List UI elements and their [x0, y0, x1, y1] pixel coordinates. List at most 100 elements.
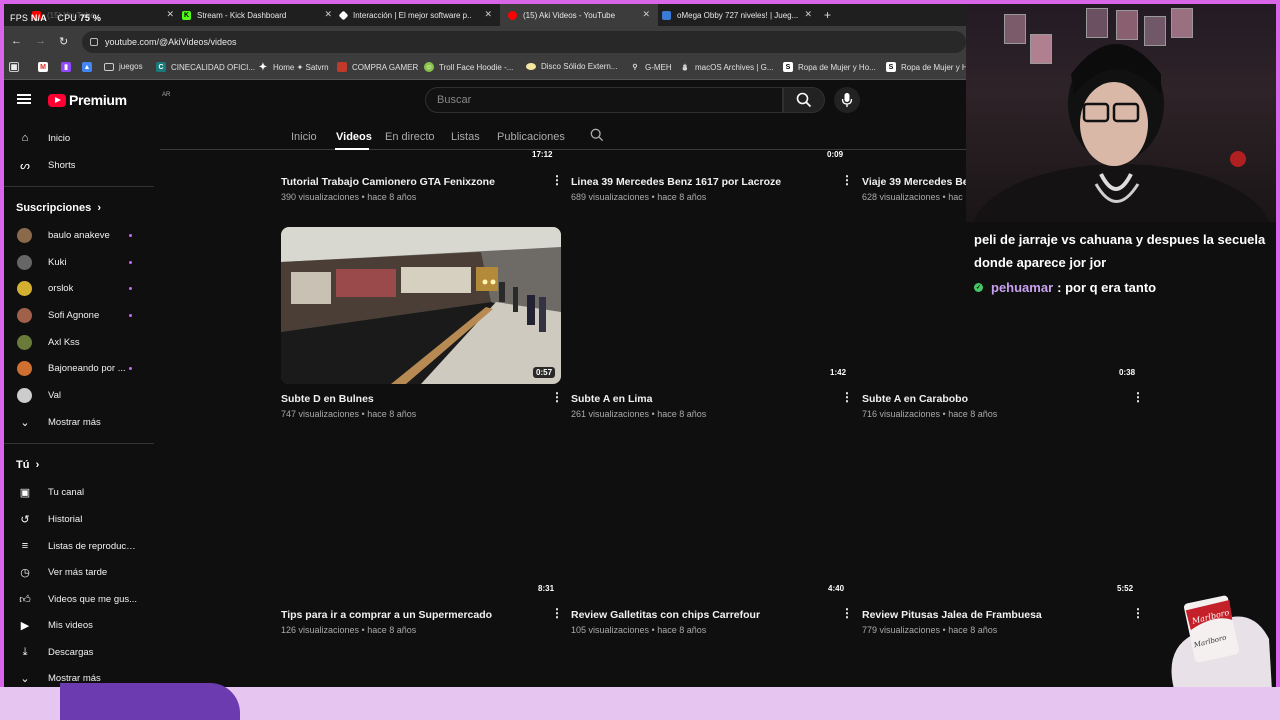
browser-tab[interactable]: K Stream - Kick Dashboard ✕ — [182, 4, 340, 26]
subscription-item[interactable]: baulo anakeve — [4, 222, 154, 248]
more-options-icon[interactable]: ⋮ — [841, 607, 853, 619]
subscription-item[interactable]: Val — [4, 382, 154, 408]
channel-search-icon[interactable] — [590, 128, 604, 142]
duration-badge: 5:52 — [1117, 584, 1134, 593]
sidebar-item-descargas[interactable]: ⤓ Descargas — [4, 639, 154, 665]
new-content-dot — [129, 260, 132, 264]
bookmark[interactable]: ☺ Troll Face Hoodie -... — [424, 62, 513, 72]
close-tab-icon[interactable]: ✕ — [484, 9, 492, 20]
more-options-icon[interactable]: ⋮ — [551, 607, 563, 619]
subscription-item[interactable]: orslok — [4, 275, 154, 301]
sidebar-item-shorts[interactable]: ᔕ Shorts — [4, 152, 154, 178]
more-options-icon[interactable]: ⋮ — [1132, 607, 1144, 619]
video-title[interactable]: Viaje 39 Mercedes Be — [862, 176, 966, 188]
video-title[interactable]: Subte A en Carabobo — [862, 393, 968, 405]
close-tab-icon[interactable]: ✕ — [324, 9, 332, 20]
forward-arrow-icon[interactable]: → — [35, 35, 46, 47]
bookmark-folder[interactable]: juegos — [104, 62, 143, 71]
tab-title: (15) Aki Videos - YouTube — [523, 10, 616, 20]
bookmark-label: COMPRA GAMER — [352, 62, 419, 72]
bookmark[interactable]: ⚲ G-MEH — [630, 62, 671, 72]
reload-icon[interactable]: ↻ — [59, 35, 68, 48]
duration-badge: 8:31 — [538, 584, 555, 593]
subscription-item[interactable]: Kuki — [4, 249, 154, 275]
channel-name: Axl Kss — [48, 336, 80, 348]
sidebar-item-label: Listas de reproducc... — [48, 540, 138, 552]
voice-search-button[interactable] — [834, 87, 860, 113]
cpu-label: CPU — [57, 13, 77, 23]
sidebar-item-tu-canal[interactable]: ▣ Tu canal — [4, 479, 154, 505]
drive-bookmark[interactable]: ▲ — [82, 62, 97, 72]
sidebar-item-mis-videos[interactable]: ▶︎ Mis videos — [4, 612, 154, 638]
video-title[interactable]: Review Galletitas con chips Carrefour — [571, 609, 760, 621]
url-field[interactable]: youtube.com/@AkiVideos/videos — [82, 31, 966, 53]
sidebar-item-liked[interactable]: 👍︎ Videos que me gus... — [4, 586, 154, 612]
bookmark[interactable]: ✦ Home ✦ Satvrn — [258, 62, 329, 73]
close-tab-icon[interactable]: ✕ — [166, 9, 174, 20]
video-title[interactable]: Subte D en Bulnes — [281, 393, 374, 405]
sidebar-item-listas[interactable]: ≡ Listas de reproducc... — [4, 533, 154, 559]
video-thumbnail-subway[interactable] — [281, 227, 561, 384]
browser-tab[interactable]: Interacción | El mejor software p... ✕ — [338, 4, 500, 26]
gmail-bookmark[interactable]: M — [38, 62, 53, 72]
video-title[interactable]: Tips para ir a comprar a un Supermercado — [281, 609, 492, 621]
new-tab-icon[interactable]: + — [824, 8, 831, 22]
streamer-figure — [973, 44, 1269, 222]
sidebar-item-inicio[interactable]: ⌂ Inicio — [4, 125, 154, 151]
video-thumbnail[interactable] — [571, 227, 851, 384]
duration-badge: 0:38 — [1119, 368, 1136, 377]
video-card[interactable]: Viaje 39 Mercedes Be 628 visualizaciones… — [862, 4, 966, 214]
video-thumbnail[interactable] — [571, 443, 851, 600]
diamond-favicon-icon — [338, 10, 349, 20]
sidebar-item-label: Historial — [48, 513, 83, 525]
browser-tab[interactable]: oMega Obby 727 niveles! | Jueg... ✕ — [662, 4, 820, 26]
subscription-item[interactable]: Sofi Agnone — [4, 302, 154, 328]
video-title[interactable]: Linea 39 Mercedes Benz 1617 por Lacroze — [571, 176, 781, 188]
avatar — [17, 227, 32, 243]
video-thumbnail[interactable] — [862, 443, 1142, 600]
more-options-icon[interactable]: ⋮ — [841, 391, 853, 403]
subscriptions-header[interactable]: Suscripciones › — [16, 202, 101, 214]
sidebar-item-historial[interactable]: ↺ Historial — [4, 506, 154, 532]
video-title[interactable]: Tutorial Trabajo Camionero GTA Fenixzone — [281, 176, 495, 188]
close-tab-icon[interactable]: ✕ — [642, 9, 650, 20]
search-button[interactable] — [783, 87, 825, 113]
subscription-item[interactable]: Axl Kss — [4, 329, 154, 355]
search-icon — [796, 92, 812, 108]
sidebar-item-label: Mostrar más — [48, 416, 101, 428]
sidebar-item-ver-mas-tarde[interactable]: ◷ Ver más tarde — [4, 559, 154, 585]
more-options-icon[interactable]: ⋮ — [551, 391, 563, 403]
browser-tab-active[interactable]: (15) Aki Videos - YouTube ✕ — [500, 4, 658, 26]
tab-publicaciones[interactable]: Publicaciones — [497, 131, 565, 143]
menu-hamburger-icon[interactable] — [17, 94, 31, 104]
you-header[interactable]: Tú › — [16, 459, 39, 471]
more-options-icon[interactable]: ⋮ — [551, 174, 563, 186]
video-title[interactable]: Review Pitusas Jalea de Frambuesa — [862, 609, 1042, 621]
video-thumbnail[interactable] — [281, 443, 561, 600]
apps-grid-icon[interactable]: ▦ — [9, 62, 24, 72]
tab-listas[interactable]: Listas — [451, 131, 480, 143]
tab-videos[interactable]: Videos — [336, 131, 372, 143]
close-tab-icon[interactable]: ✕ — [804, 9, 812, 20]
bookmark[interactable]: COMPRA GAMER — [337, 62, 418, 72]
twitch-bookmark[interactable]: ▮ — [61, 62, 76, 72]
more-options-icon[interactable]: ⋮ — [841, 174, 853, 186]
avatar — [17, 360, 32, 376]
url-text: youtube.com/@AkiVideos/videos — [105, 37, 237, 47]
youtube-premium-logo[interactable]: Premium AR — [48, 92, 170, 108]
back-arrow-icon[interactable]: ← — [11, 35, 22, 47]
subscription-item[interactable]: Bajoneando por ... — [4, 355, 154, 381]
show-more-subscriptions[interactable]: ⌄ Mostrar más — [4, 409, 154, 435]
bookmark[interactable]: C CINECALIDAD OFICI... — [156, 62, 255, 72]
bookmark[interactable]: Disco Sólido Extern... — [526, 62, 617, 71]
tab-en-directo[interactable]: En directo — [385, 131, 435, 143]
search-input[interactable]: Buscar — [425, 87, 783, 113]
tab-inicio[interactable]: Inicio — [291, 131, 317, 143]
video-title[interactable]: Subte A en Lima — [571, 393, 652, 405]
duration-badge: 4:40 — [828, 584, 845, 593]
site-info-icon[interactable] — [90, 38, 98, 46]
sidebar-item-label: Inicio — [48, 132, 71, 144]
more-options-icon[interactable]: ⋮ — [1132, 391, 1144, 403]
tab-title: Interacción | El mejor software p... — [353, 10, 471, 20]
bookmark[interactable]: ⛄ macOS Archives | G... — [680, 62, 774, 72]
